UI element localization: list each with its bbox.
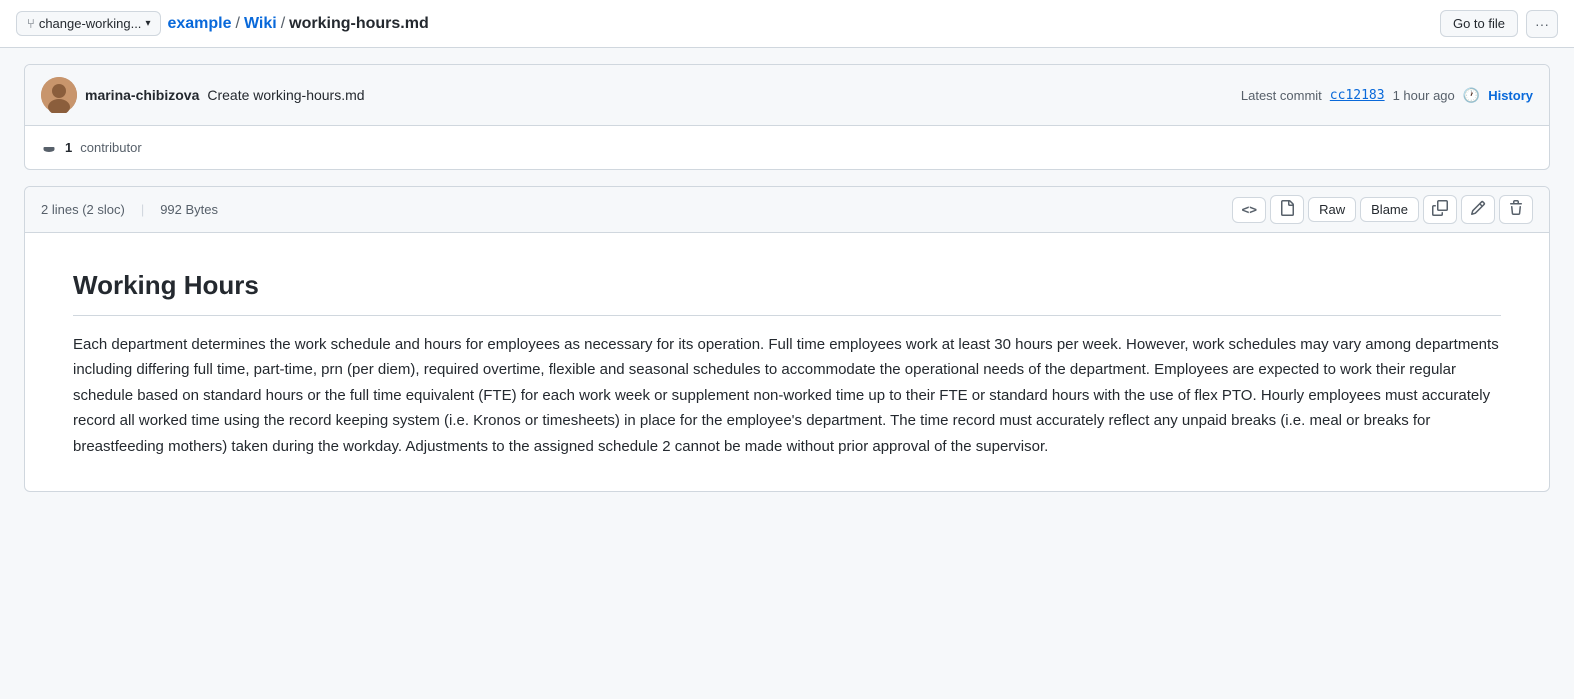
- size-stat: 992 Bytes: [160, 202, 218, 217]
- commit-author: marina-chibizova Create working-hours.md: [41, 77, 365, 113]
- repo-link[interactable]: example: [167, 15, 231, 33]
- history-label: History: [1488, 88, 1533, 103]
- go-to-file-button[interactable]: Go to file: [1440, 10, 1518, 37]
- latest-commit-label: Latest commit: [1241, 88, 1322, 103]
- file-stat-sep: |: [141, 202, 144, 217]
- document-body: Each department determines the work sche…: [73, 332, 1501, 460]
- file-header: 2 lines (2 sloc) | 992 Bytes <> Raw Blam…: [25, 187, 1549, 233]
- breadcrumb-sep1: /: [236, 15, 240, 33]
- top-bar: ⑂ change-working... ▾ example / Wiki / w…: [0, 0, 1574, 48]
- file-view-button[interactable]: [1270, 195, 1304, 224]
- contributors-row: 1 contributor: [25, 126, 1549, 169]
- file-actions: <> Raw Blame: [1232, 195, 1533, 224]
- commit-header: marina-chibizova Create working-hours.md…: [25, 65, 1549, 126]
- avatar: [41, 77, 77, 113]
- document-title: Working Hours: [73, 265, 1501, 316]
- commit-time: 1 hour ago: [1393, 88, 1455, 103]
- file-breadcrumb-name: working-hours.md: [289, 15, 429, 33]
- top-bar-left: ⑂ change-working... ▾ example / Wiki / w…: [16, 11, 429, 36]
- wiki-link[interactable]: Wiki: [244, 15, 277, 33]
- contributors-icon: [41, 138, 57, 157]
- commit-meta: Latest commit cc12183 1 hour ago 🕐 Histo…: [1241, 87, 1533, 104]
- more-options-button[interactable]: ···: [1526, 10, 1558, 38]
- raw-button[interactable]: Raw: [1308, 197, 1356, 222]
- code-view-button[interactable]: <>: [1232, 197, 1266, 223]
- breadcrumb-sep2: /: [281, 15, 285, 33]
- edit-icon: [1470, 204, 1486, 219]
- lines-stat: 2 lines (2 sloc): [41, 202, 125, 217]
- branch-icon: ⑂: [27, 16, 35, 31]
- copy-button[interactable]: [1423, 195, 1457, 224]
- file-content-area: Working Hours Each department determines…: [25, 233, 1549, 491]
- branch-name: change-working...: [39, 16, 142, 31]
- code-icon: <>: [1241, 203, 1257, 218]
- edit-button[interactable]: [1461, 195, 1495, 224]
- delete-icon: [1508, 204, 1524, 219]
- history-link[interactable]: History: [1488, 88, 1533, 103]
- contributors-label: contributor: [80, 140, 141, 155]
- commit-message: Create working-hours.md: [207, 87, 364, 103]
- commit-box: marina-chibizova Create working-hours.md…: [24, 64, 1550, 170]
- blame-button[interactable]: Blame: [1360, 197, 1419, 222]
- history-clock-icon: 🕐: [1463, 87, 1480, 104]
- author-name[interactable]: marina-chibizova: [85, 87, 199, 103]
- contributors-count: 1: [65, 140, 72, 155]
- branch-selector[interactable]: ⑂ change-working... ▾: [16, 11, 161, 36]
- file-box: 2 lines (2 sloc) | 992 Bytes <> Raw Blam…: [24, 186, 1550, 492]
- main-content: marina-chibizova Create working-hours.md…: [0, 48, 1574, 508]
- top-bar-right: Go to file ···: [1440, 10, 1558, 38]
- file-icon: [1279, 204, 1295, 219]
- commit-hash[interactable]: cc12183: [1330, 88, 1385, 103]
- file-stats: 2 lines (2 sloc) | 992 Bytes: [41, 202, 218, 217]
- copy-icon: [1432, 204, 1448, 219]
- chevron-down-icon: ▾: [145, 18, 150, 29]
- breadcrumb: example / Wiki / working-hours.md: [167, 15, 428, 33]
- delete-button[interactable]: [1499, 195, 1533, 224]
